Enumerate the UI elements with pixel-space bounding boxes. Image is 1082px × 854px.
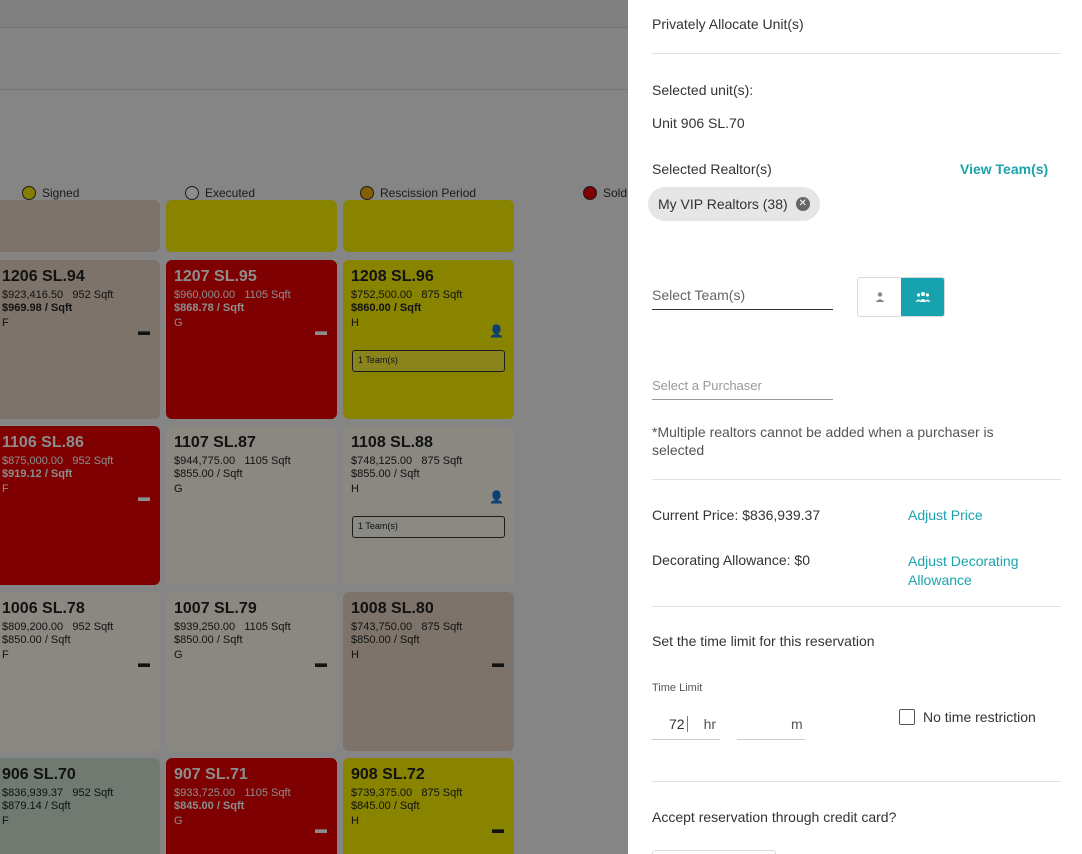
minutes-unit: m — [791, 715, 803, 732]
allocate-units-panel: Privately Allocate Unit(s) Selected unit… — [628, 0, 1082, 854]
team-toggle[interactable] — [901, 278, 944, 316]
credit-card-select[interactable] — [652, 850, 776, 854]
time-limit-heading: Set the time limit for this reservation — [652, 633, 875, 649]
decorating-allowance: Decorating Allowance: $0 — [652, 552, 810, 568]
no-time-restriction-label: No time restriction — [923, 709, 1036, 725]
divider — [652, 479, 1061, 480]
text-cursor — [686, 715, 688, 732]
no-time-restriction-checkbox[interactable] — [899, 709, 915, 725]
single-realtor-toggle[interactable] — [858, 278, 901, 316]
adjust-price-link[interactable]: Adjust Price — [908, 507, 983, 523]
time-limit-label: Time Limit — [652, 682, 703, 694]
divider — [652, 53, 1061, 54]
remove-chip-icon[interactable]: ✕ — [795, 197, 810, 211]
view-teams-link[interactable]: View Team(s) — [960, 161, 1048, 177]
selected-realtors-label: Selected Realtor(s) — [652, 161, 772, 177]
select-purchaser-field[interactable]: Select a Purchaser — [652, 378, 833, 400]
credit-card-question: Accept reservation through credit card? — [652, 809, 897, 825]
selected-units-value: Unit 906 SL.70 — [652, 115, 745, 131]
selected-units-label: Selected unit(s): — [652, 82, 754, 98]
minutes-field[interactable]: m — [737, 708, 805, 740]
select-team-field[interactable]: Select Team(s) — [652, 287, 833, 310]
modal-backdrop[interactable] — [0, 0, 628, 854]
hours-input[interactable]: 72 — [669, 716, 685, 732]
hours-unit: hr — [703, 715, 717, 732]
person-icon — [875, 292, 884, 302]
select-purchaser-placeholder: Select a Purchaser — [652, 378, 762, 393]
divider — [652, 781, 1061, 782]
panel-title: Privately Allocate Unit(s) — [652, 16, 804, 32]
current-price: Current Price: $836,939.37 — [652, 507, 821, 523]
realtor-chip-label: My VIP Realtors (38) — [658, 196, 788, 212]
no-time-restriction-option[interactable]: No time restriction — [899, 709, 1036, 725]
adjust-decorating-link[interactable]: Adjust Decorating Allowance — [908, 552, 1058, 590]
select-team-placeholder: Select Team(s) — [652, 287, 746, 303]
realtor-team-toggle[interactable] — [857, 277, 945, 317]
realtor-chip: My VIP Realtors (38) ✕ — [648, 187, 820, 221]
purchaser-note: *Multiple realtors cannot be added when … — [652, 424, 994, 458]
hours-field[interactable]: 72 hr — [652, 708, 720, 740]
group-icon — [915, 292, 930, 302]
divider — [652, 606, 1061, 607]
